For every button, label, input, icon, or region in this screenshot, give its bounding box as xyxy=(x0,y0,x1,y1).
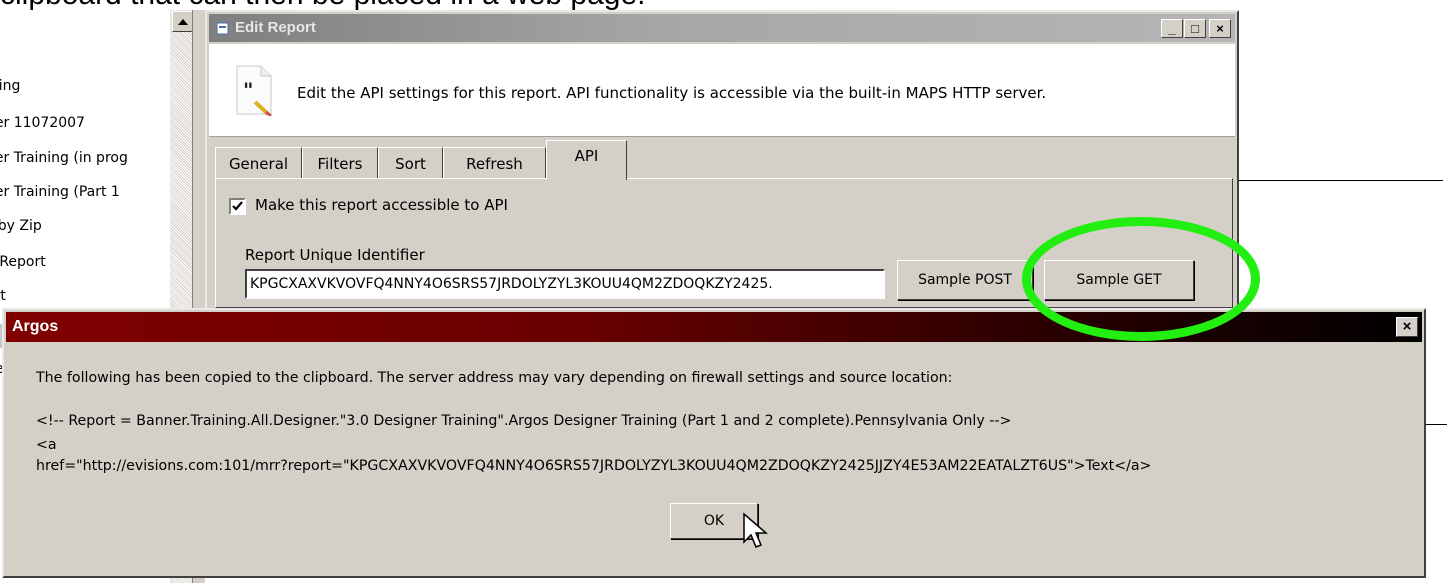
edit-report-header: " Edit the API settings for this report.… xyxy=(209,44,1235,137)
dialog-message: The following has been copied to the cli… xyxy=(36,370,953,386)
clipboard-anchor-open: <a xyxy=(36,437,57,453)
checkmark-icon xyxy=(232,201,243,211)
tab-refresh[interactable]: Refresh xyxy=(443,147,546,179)
tree-item[interactable]: ner Training (in prog xyxy=(0,146,178,170)
tab-sort[interactable]: Sort xyxy=(378,147,443,179)
clipboard-comment-line: <!-- Report = Banner.Training.All.Design… xyxy=(36,413,1012,429)
api-access-checkbox[interactable] xyxy=(229,198,246,215)
arrow-up-icon xyxy=(177,18,188,25)
close-button[interactable]: × xyxy=(1209,19,1231,38)
tree-item[interactable]: g Report xyxy=(0,250,178,274)
mouse-pointer-icon xyxy=(743,512,768,548)
api-access-label[interactable]: Make this report accessible to API xyxy=(255,196,508,214)
tree-item[interactable]: ining xyxy=(0,74,178,98)
tree-item[interactable]: ner 11072007 xyxy=(0,111,178,135)
report-unique-identifier-label: Report Unique Identifier xyxy=(245,246,425,264)
tree-item[interactable]: s by Zip xyxy=(0,214,178,238)
window-title: Edit Report xyxy=(235,19,316,36)
edit-report-titlebar[interactable]: Edit Report _ □ × xyxy=(209,14,1235,42)
report-app-icon xyxy=(216,22,229,35)
background-line xyxy=(1426,424,1447,425)
header-description: Edit the API settings for this report. A… xyxy=(297,84,1047,102)
tree-item[interactable]: ner Training (Part 1 xyxy=(0,180,178,204)
dialog-title: Argos xyxy=(12,318,59,335)
tab-api[interactable]: API xyxy=(546,140,627,180)
edit-document-icon: " xyxy=(236,65,272,116)
tab-general[interactable]: General xyxy=(215,147,302,179)
tree-item[interactable]: ort xyxy=(0,284,178,308)
highlight-ellipse xyxy=(1022,217,1260,341)
clipboard-href-line: href="http://evisions.com:101/mrr?report… xyxy=(36,458,1152,474)
background-line xyxy=(1238,180,1443,181)
sample-post-button[interactable]: Sample POST xyxy=(897,260,1033,300)
maximize-button[interactable]: □ xyxy=(1184,19,1206,38)
report-unique-identifier-field[interactable]: KPGCXAXVKVOVFQ4NNY4O6SRS57JRDOLYZYL3KOUU… xyxy=(245,269,885,299)
scroll-up-button[interactable] xyxy=(172,11,193,32)
close-button[interactable]: × xyxy=(1396,317,1418,337)
tab-filters[interactable]: Filters xyxy=(302,147,378,179)
svg-text:": " xyxy=(243,78,253,102)
minimize-button[interactable]: _ xyxy=(1161,19,1183,38)
